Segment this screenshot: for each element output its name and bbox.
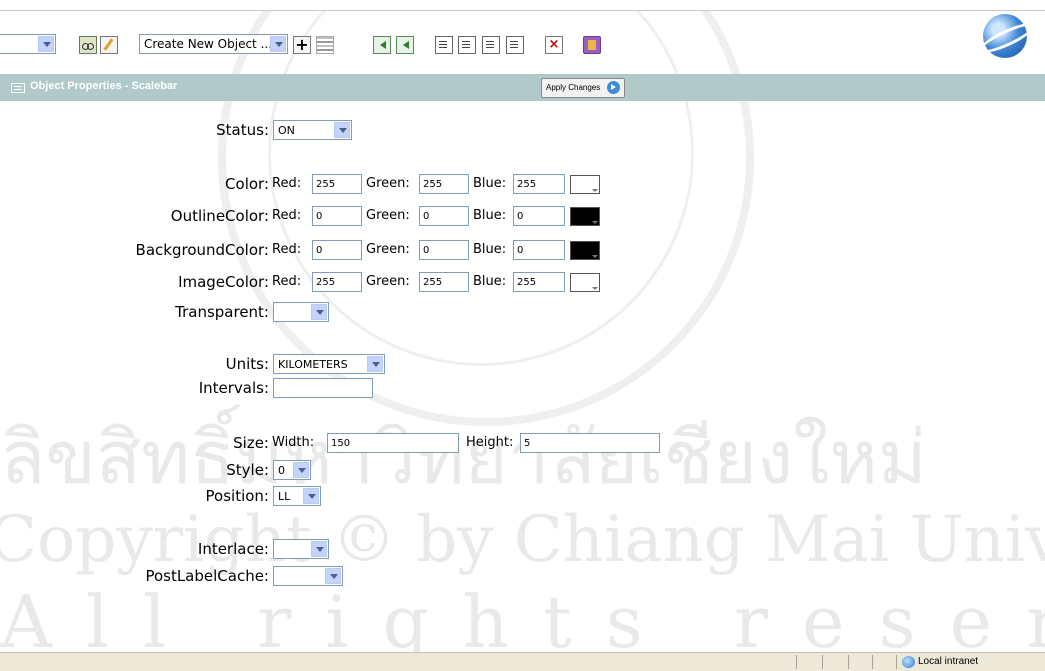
- color-green-input[interactable]: [419, 174, 469, 194]
- style-label: Style:: [226, 461, 269, 479]
- refresh-icon: [607, 81, 621, 94]
- outline-red-input[interactable]: [312, 206, 362, 226]
- chevron-down-icon: [325, 568, 341, 584]
- position-label: Position:: [205, 487, 269, 505]
- chevron-down-icon: [38, 36, 54, 52]
- watermark-thai: ลิขสิทธิ์มหาวิทยาลัยเชียงใหม่: [0, 415, 927, 501]
- document-arrow-icon[interactable]: [506, 36, 524, 54]
- security-zone-text: Local intranet: [918, 656, 979, 667]
- color-label: Color:: [225, 175, 269, 193]
- status-value: ON: [278, 124, 295, 137]
- layer-select[interactable]: [0, 34, 56, 54]
- transparent-select[interactable]: [273, 302, 329, 322]
- style-select[interactable]: 0: [273, 460, 311, 480]
- background-green-input[interactable]: [419, 240, 469, 260]
- binoculars-icon[interactable]: [79, 36, 97, 54]
- green-label: Green:: [366, 208, 410, 223]
- blue-label: Blue:: [473, 274, 507, 289]
- background-red-input[interactable]: [312, 240, 362, 260]
- paste-icon[interactable]: [458, 36, 476, 54]
- postlabelcache-label: PostLabelCache:: [145, 567, 269, 585]
- status-divider: [872, 655, 873, 669]
- size-label: Size:: [233, 434, 269, 452]
- interlace-select[interactable]: [273, 539, 329, 559]
- color-red-input[interactable]: [312, 174, 362, 194]
- width-label: Width:: [272, 435, 315, 450]
- background-blue-input[interactable]: [513, 240, 565, 260]
- transparent-label: Transparent:: [175, 303, 269, 321]
- add-icon[interactable]: +: [293, 36, 311, 54]
- copy-icon[interactable]: [435, 36, 453, 54]
- green-label: Green:: [366, 242, 410, 257]
- image-color-label: ImageColor:: [178, 273, 269, 291]
- red-label: Red:: [272, 176, 302, 191]
- intervals-input[interactable]: [273, 378, 373, 398]
- outline-blue-input[interactable]: [513, 206, 565, 226]
- apply-changes-button[interactable]: Apply Changes: [541, 78, 626, 98]
- chevron-down-icon: [334, 122, 350, 138]
- red-label: Red:: [272, 274, 302, 289]
- status-bar: Local intranet: [0, 652, 1045, 671]
- height-label: Height:: [466, 435, 514, 450]
- status-divider: [822, 655, 823, 669]
- postlabelcache-select[interactable]: [273, 566, 343, 586]
- size-height-input[interactable]: [520, 433, 660, 453]
- outline-color-label: OutlineColor:: [170, 207, 269, 225]
- blue-label: Blue:: [473, 242, 507, 257]
- background-color-label: BackgroundColor:: [135, 241, 269, 259]
- green-label: Green:: [366, 176, 410, 191]
- status-select[interactable]: ON: [273, 120, 352, 140]
- chevron-down-icon: [303, 488, 319, 504]
- size-width-input[interactable]: [327, 433, 459, 453]
- properties-header: Object Properties - Scalebar Apply Chang…: [0, 74, 1045, 101]
- chevron-down-icon: [293, 462, 309, 478]
- interlace-label: Interlace:: [197, 540, 269, 558]
- book-icon[interactable]: [583, 36, 601, 54]
- chevron-down-icon: [311, 304, 327, 320]
- image-green-input[interactable]: [419, 272, 469, 292]
- background-color-swatch[interactable]: [570, 241, 600, 260]
- chevron-down-icon: [311, 541, 327, 557]
- edit-icon[interactable]: [100, 36, 118, 54]
- status-divider: [796, 655, 797, 669]
- properties-title: Object Properties - Scalebar: [30, 80, 178, 92]
- position-value: LL: [278, 490, 291, 503]
- delete-icon[interactable]: ×: [545, 36, 563, 54]
- status-label: Status:: [216, 121, 269, 139]
- image-blue-input[interactable]: [513, 272, 565, 292]
- color-swatch[interactable]: [570, 175, 600, 194]
- toolbar: Create New Object ... + ×: [0, 28, 1045, 68]
- chevron-down-icon: [270, 36, 286, 52]
- blue-label: Blue:: [473, 176, 507, 191]
- intranet-icon: [902, 656, 915, 668]
- intervals-label: Intervals:: [198, 379, 269, 397]
- status-divider: [896, 655, 897, 669]
- red-label: Red:: [272, 208, 302, 223]
- globe-icon: [983, 14, 1027, 58]
- color-blue-input[interactable]: [513, 174, 565, 194]
- units-select[interactable]: KILOMETERS: [273, 354, 385, 374]
- green-label: Green:: [366, 274, 410, 289]
- blue-label: Blue:: [473, 208, 507, 223]
- position-select[interactable]: LL: [273, 486, 321, 506]
- apply-changes-label: Apply Changes: [546, 83, 601, 92]
- outline-color-swatch[interactable]: [570, 207, 600, 226]
- chevron-down-icon: [367, 356, 383, 372]
- document-icon[interactable]: [482, 36, 500, 54]
- units-value: KILOMETERS: [278, 358, 348, 371]
- top-divider: [0, 0, 1045, 11]
- properties-icon: [11, 83, 25, 93]
- move-up-icon[interactable]: [373, 36, 391, 54]
- image-red-input[interactable]: [312, 272, 362, 292]
- red-label: Red:: [272, 242, 302, 257]
- image-color-swatch[interactable]: [570, 273, 600, 292]
- move-down-icon[interactable]: [396, 36, 414, 54]
- status-divider: [848, 655, 849, 669]
- create-object-select[interactable]: Create New Object ...: [139, 34, 288, 54]
- layers-icon[interactable]: [316, 36, 334, 54]
- style-value: 0: [278, 464, 285, 477]
- outline-green-input[interactable]: [419, 206, 469, 226]
- create-object-value: Create New Object ...: [144, 37, 273, 51]
- units-label: Units:: [225, 355, 269, 373]
